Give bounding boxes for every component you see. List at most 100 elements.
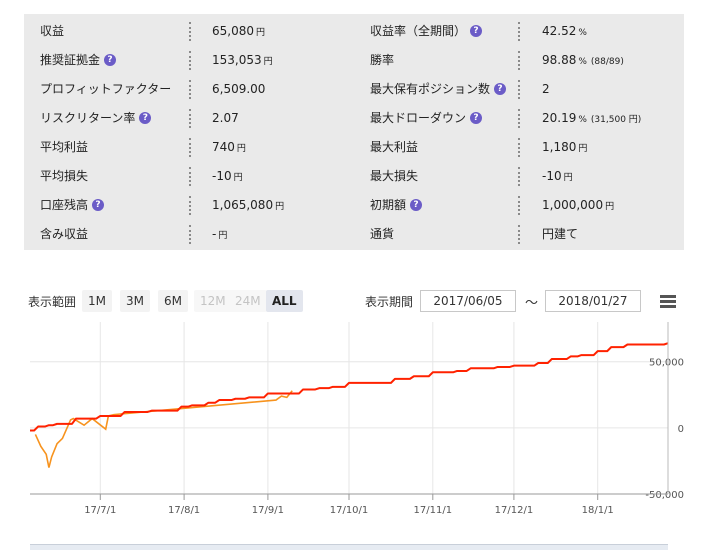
stat-label: 最大ドローダウン	[370, 111, 467, 125]
stat-label: 初期額	[370, 198, 407, 212]
stat-value: -	[212, 227, 217, 241]
stat-label: 平均損失	[40, 169, 89, 183]
x-tick-label: 17/7/1	[84, 505, 116, 516]
help-icon[interactable]: ?	[139, 111, 152, 124]
range-button-12m[interactable]: 12M	[194, 290, 232, 312]
help-icon[interactable]: ?	[470, 24, 483, 37]
stats-row: 推奨証拠金? 153,053 円 勝率 98.88% (88/89)	[24, 46, 684, 75]
chart-controls: 表示範囲 1M 3M 6M 12M 24M ALL 表示期間 ～	[28, 290, 688, 314]
stat-value: 42.52	[542, 24, 577, 38]
stat-value: 6,509.00	[212, 82, 266, 96]
stat-value-cell: -10 円	[212, 162, 243, 191]
dotted-divider	[189, 109, 191, 128]
stat-label: プロフィットファクター	[40, 82, 172, 96]
balance-line-chart: 17/7/1 17/8/1 17/9/1 17/10/1 17/11/1 17/12/1 1…	[30, 322, 684, 516]
stat-value-cell: 2	[542, 75, 550, 104]
stats-row: 口座残高? 1,065,080 円初期額? 1,000,000 円	[24, 191, 684, 220]
stat-value-cell: -10 円	[542, 162, 573, 191]
stats-row: 収益 65,080 円 収益率（全期間）? 42.52%	[24, 17, 684, 46]
stat-label-cell: 最大保有ポジション数?	[370, 75, 507, 104]
chart-navigator[interactable]	[30, 544, 668, 550]
dotted-divider	[189, 167, 191, 186]
dotted-divider	[189, 80, 191, 99]
stat-label: 口座残高	[40, 198, 89, 212]
stat-label: 含み収益	[40, 227, 89, 241]
stat-label-cell: 最大ドローダウン?	[370, 104, 483, 133]
stat-value-cell: 1,065,080 円	[212, 191, 284, 220]
stat-label-cell: 通貨	[370, 220, 394, 249]
unit-text: 円	[236, 144, 246, 154]
range-button-3m[interactable]: 3M	[120, 290, 150, 312]
stat-value: 98.88	[542, 53, 577, 67]
dotted-divider	[518, 167, 520, 186]
range-button-all[interactable]: ALL	[266, 290, 303, 312]
unit-text: 円	[563, 173, 573, 183]
stats-panel: 収益 65,080 円収益率（全期間）? 42.52% 推奨証拠金? 153,053 円勝率…	[24, 14, 684, 250]
range-button-24m[interactable]: 24M	[229, 290, 267, 312]
help-icon[interactable]: ?	[470, 111, 483, 124]
dotted-divider	[189, 225, 191, 244]
stats-row: リスクリターン率? 2.07 最大ドローダウン? 20.19% (31,500 円)	[24, 104, 684, 133]
stat-value: 2	[542, 82, 550, 96]
stat-label: 平均利益	[40, 140, 89, 154]
stat-value: 740	[212, 140, 235, 154]
stat-value: 2.07	[212, 111, 239, 125]
stat-value: -10	[542, 169, 562, 183]
unit-text: %	[578, 28, 587, 38]
stat-value: 20.19	[542, 111, 577, 125]
stats-row: 平均損失 -10 円最大損失 -10 円	[24, 162, 684, 191]
unit-text: 円	[605, 202, 615, 212]
stat-label: 最大損失	[370, 169, 419, 183]
dotted-divider	[518, 51, 520, 70]
stat-value-cell: 20.19% (31,500 円)	[542, 104, 641, 133]
range-label: 表示範囲	[28, 295, 77, 309]
unit-text: 円	[256, 28, 266, 38]
to-date-input[interactable]	[545, 290, 641, 312]
stat-label-cell: 最大損失	[370, 162, 418, 191]
stat-label: リスクリターン率	[40, 111, 136, 125]
x-tick-label: 17/12/1	[495, 505, 534, 516]
stat-label-cell: 平均利益	[40, 133, 88, 162]
stat-label: 勝率	[370, 53, 395, 67]
stat-label-cell: 最大利益	[370, 133, 418, 162]
dotted-divider	[518, 80, 520, 99]
stat-value-cell: 6,509.00	[212, 75, 265, 104]
stat-label-cell: プロフィットファクター	[40, 75, 171, 104]
series-line-open	[34, 390, 293, 468]
period-label: 表示期間	[365, 295, 414, 309]
stat-value: -10	[212, 169, 232, 183]
stat-label: 最大保有ポジション数	[370, 82, 491, 96]
stats-row: 平均利益 740 円 最大利益 1,180 円	[24, 133, 684, 162]
stat-value: 円建て	[542, 227, 579, 241]
range-button-6m[interactable]: 6M	[158, 290, 188, 312]
help-icon[interactable]: ?	[92, 198, 105, 211]
dotted-divider	[518, 109, 520, 128]
help-icon[interactable]: ?	[494, 82, 507, 95]
stat-value-cell: 1,000,000 円	[542, 191, 614, 220]
chart-axes: 17/7/1 17/8/1 17/9/1 17/10/1 17/11/1 17/12/1 1…	[30, 322, 684, 516]
stat-value-cell: 153,053 円	[212, 46, 273, 75]
stat-label-cell: 推奨証拠金?	[40, 46, 117, 75]
unit-text: 円	[275, 202, 285, 212]
unit-text: %	[578, 57, 587, 67]
stat-value-cell: 1,180 円	[542, 133, 587, 162]
range-button-1m[interactable]: 1M	[82, 290, 112, 312]
stat-value: 1,065,080	[212, 198, 274, 212]
stat-value-cell: 42.52%	[542, 17, 587, 46]
stat-label-cell: 含み収益	[40, 220, 88, 249]
stat-label: 収益	[40, 24, 65, 38]
stat-label-cell: 平均損失	[40, 162, 88, 191]
hamburger-menu-icon[interactable]	[660, 295, 676, 309]
sub-value: (31,500 円)	[590, 115, 642, 125]
dotted-divider	[518, 138, 520, 157]
stats-row: 含み収益 - 円 通貨 円建て	[24, 220, 684, 249]
dotted-divider	[189, 138, 191, 157]
stat-value-cell: 2.07	[212, 104, 239, 133]
y-tick-label: 0	[678, 424, 684, 435]
help-icon[interactable]: ?	[104, 53, 117, 66]
x-tick-label: 17/8/1	[168, 505, 200, 516]
help-icon[interactable]: ?	[410, 198, 423, 211]
from-date-input[interactable]	[420, 290, 516, 312]
stat-value: 153,053	[212, 53, 262, 67]
stat-label: 通貨	[370, 227, 395, 241]
